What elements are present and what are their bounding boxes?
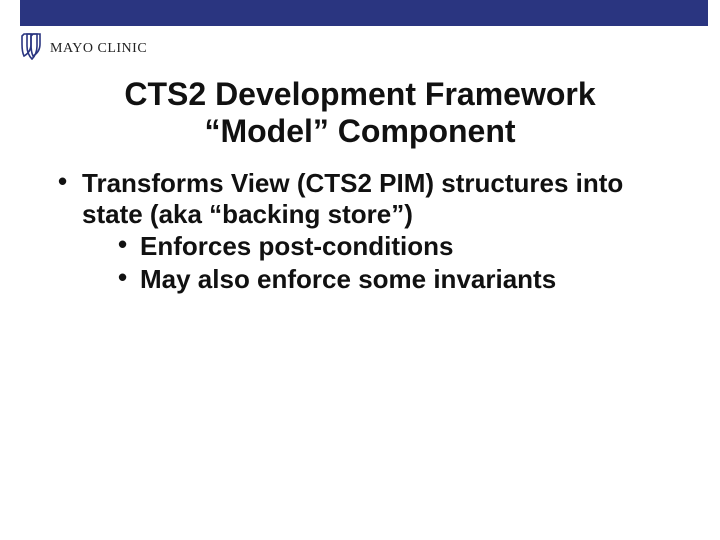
slide-title: CTS2 Development Framework “Model” Compo…	[0, 76, 720, 150]
sub-bullet-item-1: Enforces post-conditions	[118, 231, 660, 262]
title-line-2: “Model” Component	[204, 113, 515, 149]
brand-name: MAYO CLINIC	[50, 41, 147, 57]
bullet-item-1: Transforms View (CTS2 PIM) structures in…	[58, 168, 660, 295]
sub-bullet-text-1: Enforces post-conditions	[140, 231, 453, 261]
header-bar	[20, 0, 708, 26]
slide: MAYO CLINIC CTS2 Development Framework “…	[0, 0, 720, 540]
title-line-1: CTS2 Development Framework	[124, 76, 595, 112]
sub-bullet-list: Enforces post-conditions May also enforc…	[118, 231, 660, 294]
brand-logo: MAYO CLINIC	[20, 32, 147, 65]
bullet-list: Transforms View (CTS2 PIM) structures in…	[58, 168, 660, 295]
bullet-text-1: Transforms View (CTS2 PIM) structures in…	[82, 168, 623, 229]
mayo-shield-icon	[20, 32, 44, 65]
sub-bullet-text-2: May also enforce some invariants	[140, 264, 556, 294]
slide-body: Transforms View (CTS2 PIM) structures in…	[58, 168, 660, 303]
sub-bullet-item-2: May also enforce some invariants	[118, 264, 660, 295]
